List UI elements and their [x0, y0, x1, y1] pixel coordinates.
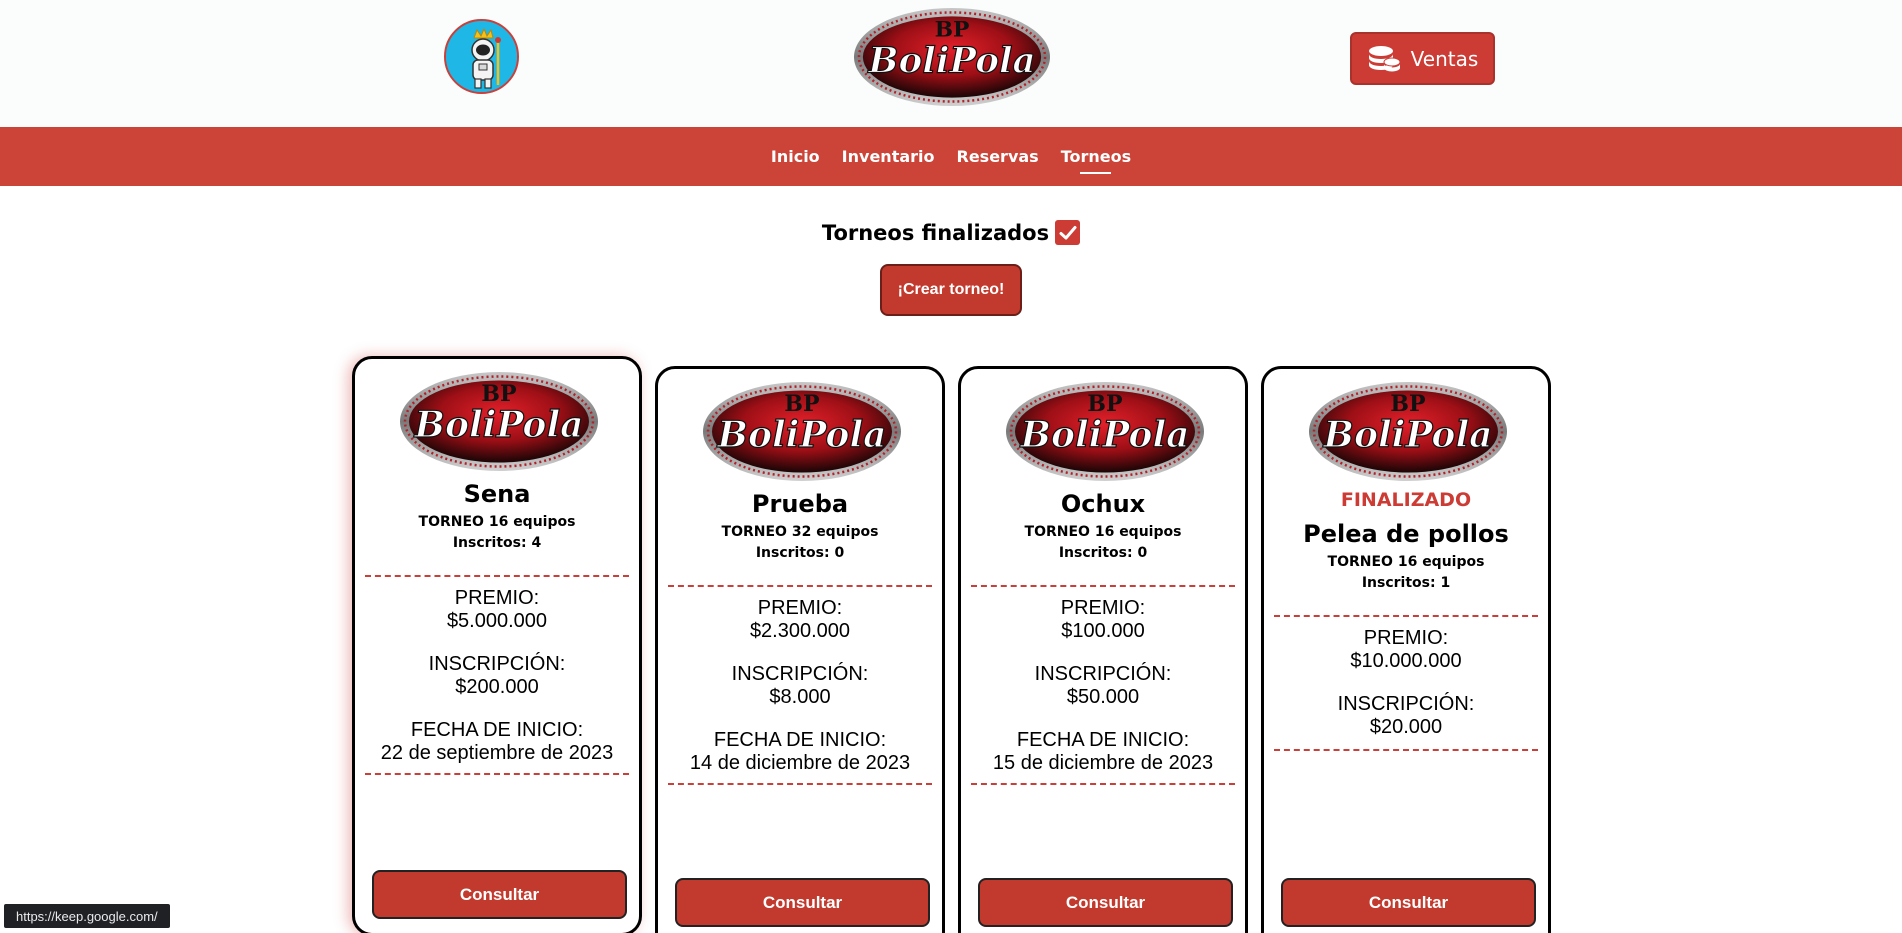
create-tournament-button[interactable]: ¡Crear torneo! — [880, 264, 1022, 316]
card-divider — [971, 585, 1235, 587]
bolipola-logo[interactable]: BP BoliPola — [853, 7, 1051, 107]
bolipola-logo: BP BoliPola — [703, 382, 901, 481]
bolipola-logo: BP BoliPola — [400, 372, 598, 471]
consultar-button[interactable]: Consultar — [675, 878, 930, 927]
svg-text:BoliPola: BoliPola — [717, 414, 887, 456]
consultar-button[interactable]: Consultar — [978, 878, 1233, 927]
nav-item-torneos[interactable]: Torneos — [1061, 143, 1131, 174]
start-date-label: FECHA DE INICIO: — [1016, 729, 1190, 751]
card-divider — [971, 783, 1235, 785]
tournament-card: BP BoliPola Ochux TORNEO 16 equipos Insc… — [958, 366, 1248, 933]
user-avatar[interactable] — [444, 19, 519, 94]
tournament-name: Ochux — [1060, 490, 1146, 518]
prize-label: PREMIO: — [1363, 627, 1449, 649]
tournament-name: Prueba — [751, 490, 849, 518]
coins-stack-icon — [1368, 45, 1401, 71]
prize-value: $10.000.000 — [1350, 650, 1462, 672]
card-divider — [365, 575, 629, 577]
ventas-button[interactable]: Ventas — [1350, 32, 1495, 85]
finished-filter-checkbox[interactable] — [1055, 220, 1081, 245]
nav-item-reservas[interactable]: Reservas — [957, 143, 1039, 170]
svg-text:BoliPola: BoliPola — [1020, 414, 1190, 456]
tournament-enrolled: Inscritos: 4 — [452, 535, 542, 551]
tournament-card: BP BoliPola Sena TORNEO 16 equipos Inscr… — [352, 356, 642, 933]
tournament-type: TORNEO 16 equipos — [418, 514, 576, 530]
consultar-button[interactable]: Consultar — [1281, 878, 1536, 927]
fee-value: $50.000 — [1066, 686, 1140, 708]
tournament-enrolled: Inscritos: 0 — [1058, 545, 1148, 561]
nav-item-inicio[interactable]: Inicio — [771, 143, 820, 170]
ventas-label: Ventas — [1410, 46, 1479, 71]
tournament-type: TORNEO 16 equipos — [1327, 554, 1485, 570]
nav-item-inventario[interactable]: Inventario — [842, 143, 935, 170]
prize-value: $5.000.000 — [446, 610, 548, 632]
status-url-preview: https://keep.google.com/ — [4, 904, 170, 928]
finished-filter: Torneos finalizados — [0, 220, 1902, 245]
tournament-name: Sena — [463, 480, 531, 508]
prize-value: $100.000 — [1061, 620, 1145, 642]
bolipola-logo: BP BoliPola — [1006, 382, 1204, 481]
fee-value: $8.000 — [769, 686, 831, 708]
main-nav: Inicio Inventario Reservas Torneos — [0, 127, 1902, 186]
top-header: BP BoliPola Ventas — [0, 0, 1902, 127]
start-date-value: 22 de septiembre de 2023 — [380, 742, 614, 764]
tournament-type: TORNEO 32 equipos — [721, 524, 879, 540]
svg-text:BP: BP — [935, 18, 970, 43]
start-date-value: 15 de diciembre de 2023 — [992, 752, 1214, 774]
tournament-card: BP BoliPola Prueba TORNEO 32 equipos Ins… — [655, 366, 945, 933]
fee-label: INSCRIPCIÓN: — [428, 653, 566, 675]
fee-label: INSCRIPCIÓN: — [1337, 693, 1475, 715]
bolipola-logo: BP BoliPola — [1309, 382, 1507, 481]
consultar-button[interactable]: Consultar — [372, 870, 627, 919]
tournament-enrolled: Inscritos: 1 — [1361, 575, 1451, 591]
prize-value: $2.300.000 — [749, 620, 851, 642]
start-date-value: 14 de diciembre de 2023 — [689, 752, 911, 774]
checkmark-icon — [1059, 225, 1077, 239]
svg-text:BoliPola: BoliPola — [414, 404, 584, 446]
finished-status-label: FINALIZADO — [1340, 489, 1472, 511]
prize-label: PREMIO: — [454, 587, 540, 609]
svg-text:BoliPola: BoliPola — [867, 40, 1035, 81]
tournament-enrolled: Inscritos: 0 — [755, 545, 845, 561]
card-divider — [668, 783, 932, 785]
card-divider — [668, 585, 932, 587]
fee-value: $20.000 — [1369, 716, 1443, 738]
tournament-name: Pelea de pollos — [1303, 520, 1509, 548]
finished-filter-label: Torneos finalizados — [821, 220, 1050, 245]
start-date-label: FECHA DE INICIO: — [410, 719, 584, 741]
svg-text:BoliPola: BoliPola — [1323, 414, 1493, 456]
astronaut-king-icon — [446, 21, 517, 92]
prize-label: PREMIO: — [1060, 597, 1146, 619]
tournament-card: BP BoliPola FINALIZADO Pelea de pollos T… — [1261, 366, 1551, 933]
card-divider — [1274, 615, 1538, 617]
tournament-type: TORNEO 16 equipos — [1024, 524, 1182, 540]
card-divider — [365, 773, 629, 775]
fee-label: INSCRIPCIÓN: — [1034, 663, 1172, 685]
card-divider — [1274, 749, 1538, 751]
fee-value: $200.000 — [455, 676, 539, 698]
prize-label: PREMIO: — [757, 597, 843, 619]
fee-label: INSCRIPCIÓN: — [731, 663, 869, 685]
start-date-label: FECHA DE INICIO: — [713, 729, 887, 751]
